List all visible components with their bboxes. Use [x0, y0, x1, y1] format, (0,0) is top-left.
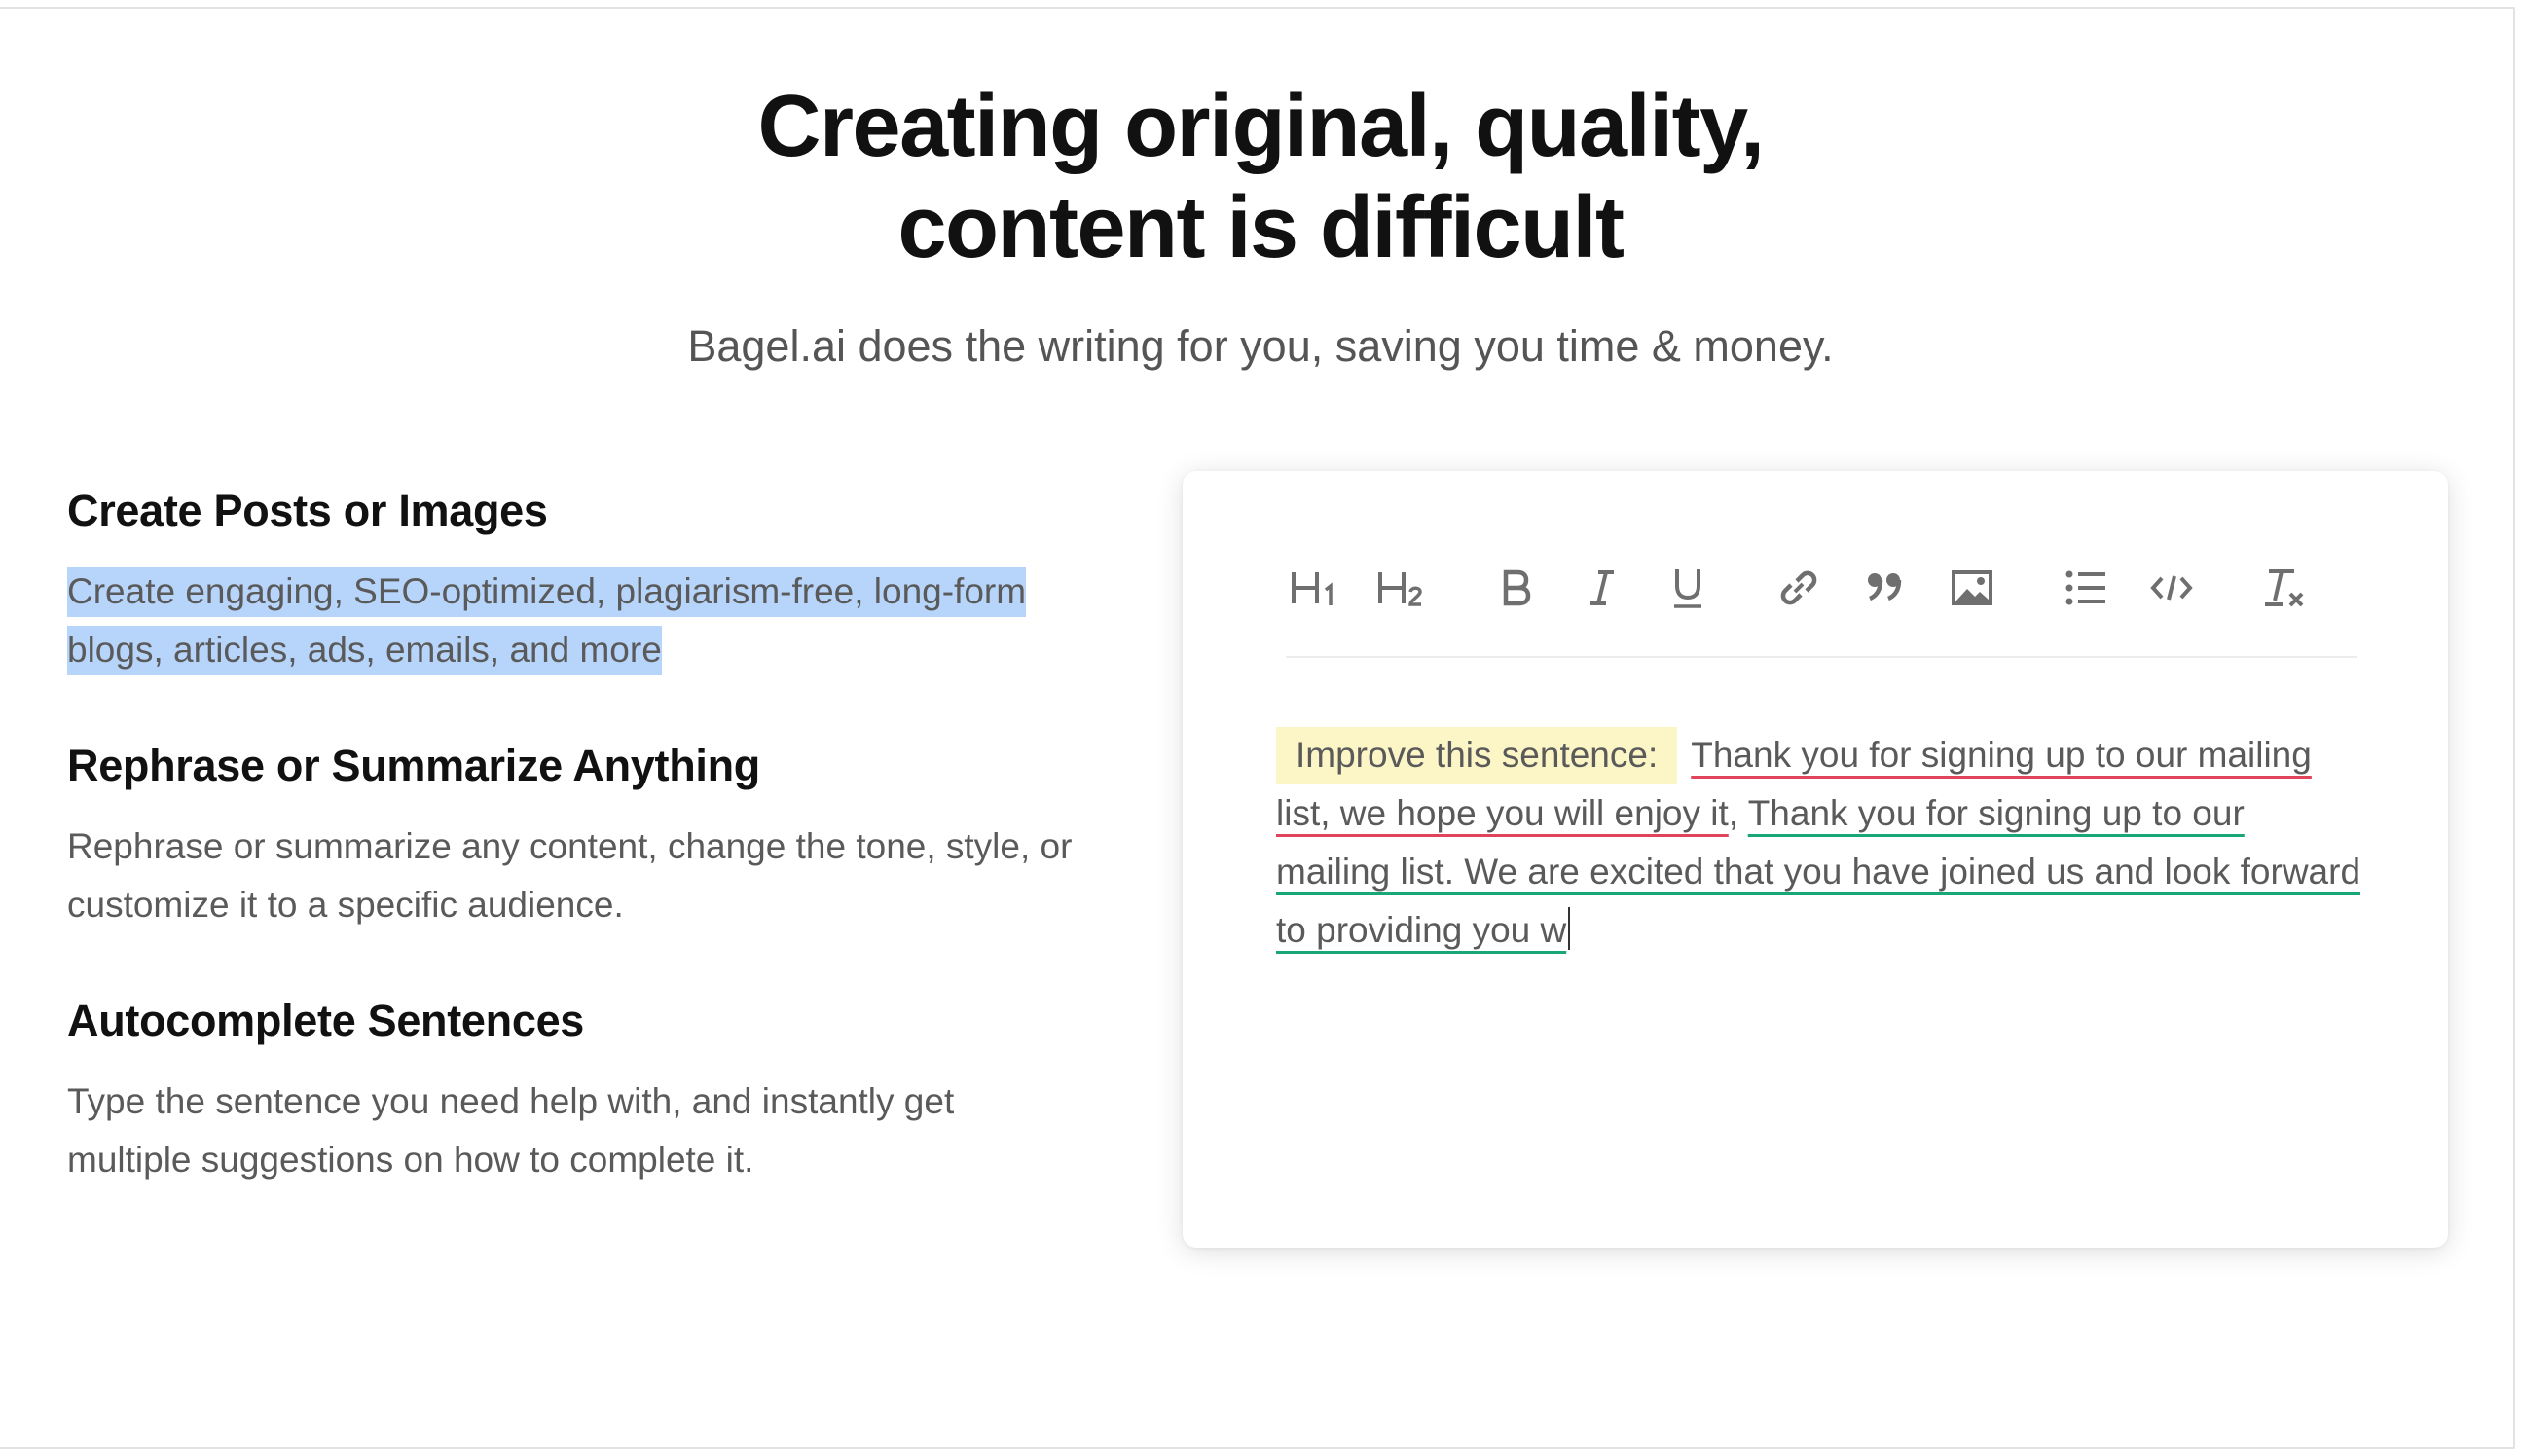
underline-icon[interactable] — [1659, 551, 1717, 625]
features-list: Create Posts or Images Create engaging, … — [67, 479, 1079, 1189]
editor-content[interactable]: Improve this sentence: Thank you for sign… — [1276, 726, 2366, 960]
feature-autocomplete: Autocomplete Sentences Type the sentence… — [67, 989, 1079, 1189]
feature-title: Rephrase or Summarize Anything — [67, 741, 760, 790]
heading-2-icon[interactable] — [1372, 551, 1431, 625]
editor-card: Improve this sentence: Thank you for sign… — [1183, 471, 2448, 1248]
selected-text[interactable]: Create engaging, SEO-optimized, plagiari… — [67, 567, 1027, 675]
feature-description: Type the sentence you need help with, an… — [67, 1081, 955, 1180]
heading-1-icon[interactable] — [1286, 551, 1344, 625]
page-title-line-2: content is difficult — [897, 179, 1625, 276]
code-icon[interactable] — [2142, 551, 2201, 625]
editor-toolbar — [1286, 551, 2357, 658]
sentence-separator: , — [1728, 793, 1739, 833]
bullet-list-icon[interactable] — [2057, 551, 2115, 625]
page-subtitle: Bagel.ai does the writing for you, savin… — [687, 321, 1834, 371]
page-title-line-1: Creating original, quality, — [757, 78, 1765, 175]
feature-rephrase: Rephrase or Summarize Anything Rephrase … — [67, 734, 1079, 934]
text-cursor — [1568, 907, 1571, 950]
feature-description: Rephrase or summarize any content, chang… — [67, 826, 1073, 925]
page-title: Creating original, quality, content is d… — [0, 76, 2521, 278]
link-icon[interactable] — [1770, 551, 1828, 625]
quote-icon[interactable] — [1855, 551, 1914, 625]
prompt-label: Improve this sentence: — [1276, 727, 1678, 784]
feature-title: Create Posts or Images — [67, 486, 548, 535]
clear-format-icon[interactable] — [2255, 551, 2314, 625]
italic-icon[interactable] — [1573, 551, 1631, 625]
image-icon[interactable] — [1943, 551, 2001, 625]
feature-description[interactable]: Create engaging, SEO-optimized, plagiari… — [67, 563, 1079, 679]
feature-title: Autocomplete Sentences — [67, 996, 585, 1045]
hero-section: Creating original, quality, content is d… — [0, 76, 2521, 374]
bold-icon[interactable] — [1487, 551, 1546, 625]
feature-create-posts: Create Posts or Images Create engaging, … — [67, 479, 1079, 679]
